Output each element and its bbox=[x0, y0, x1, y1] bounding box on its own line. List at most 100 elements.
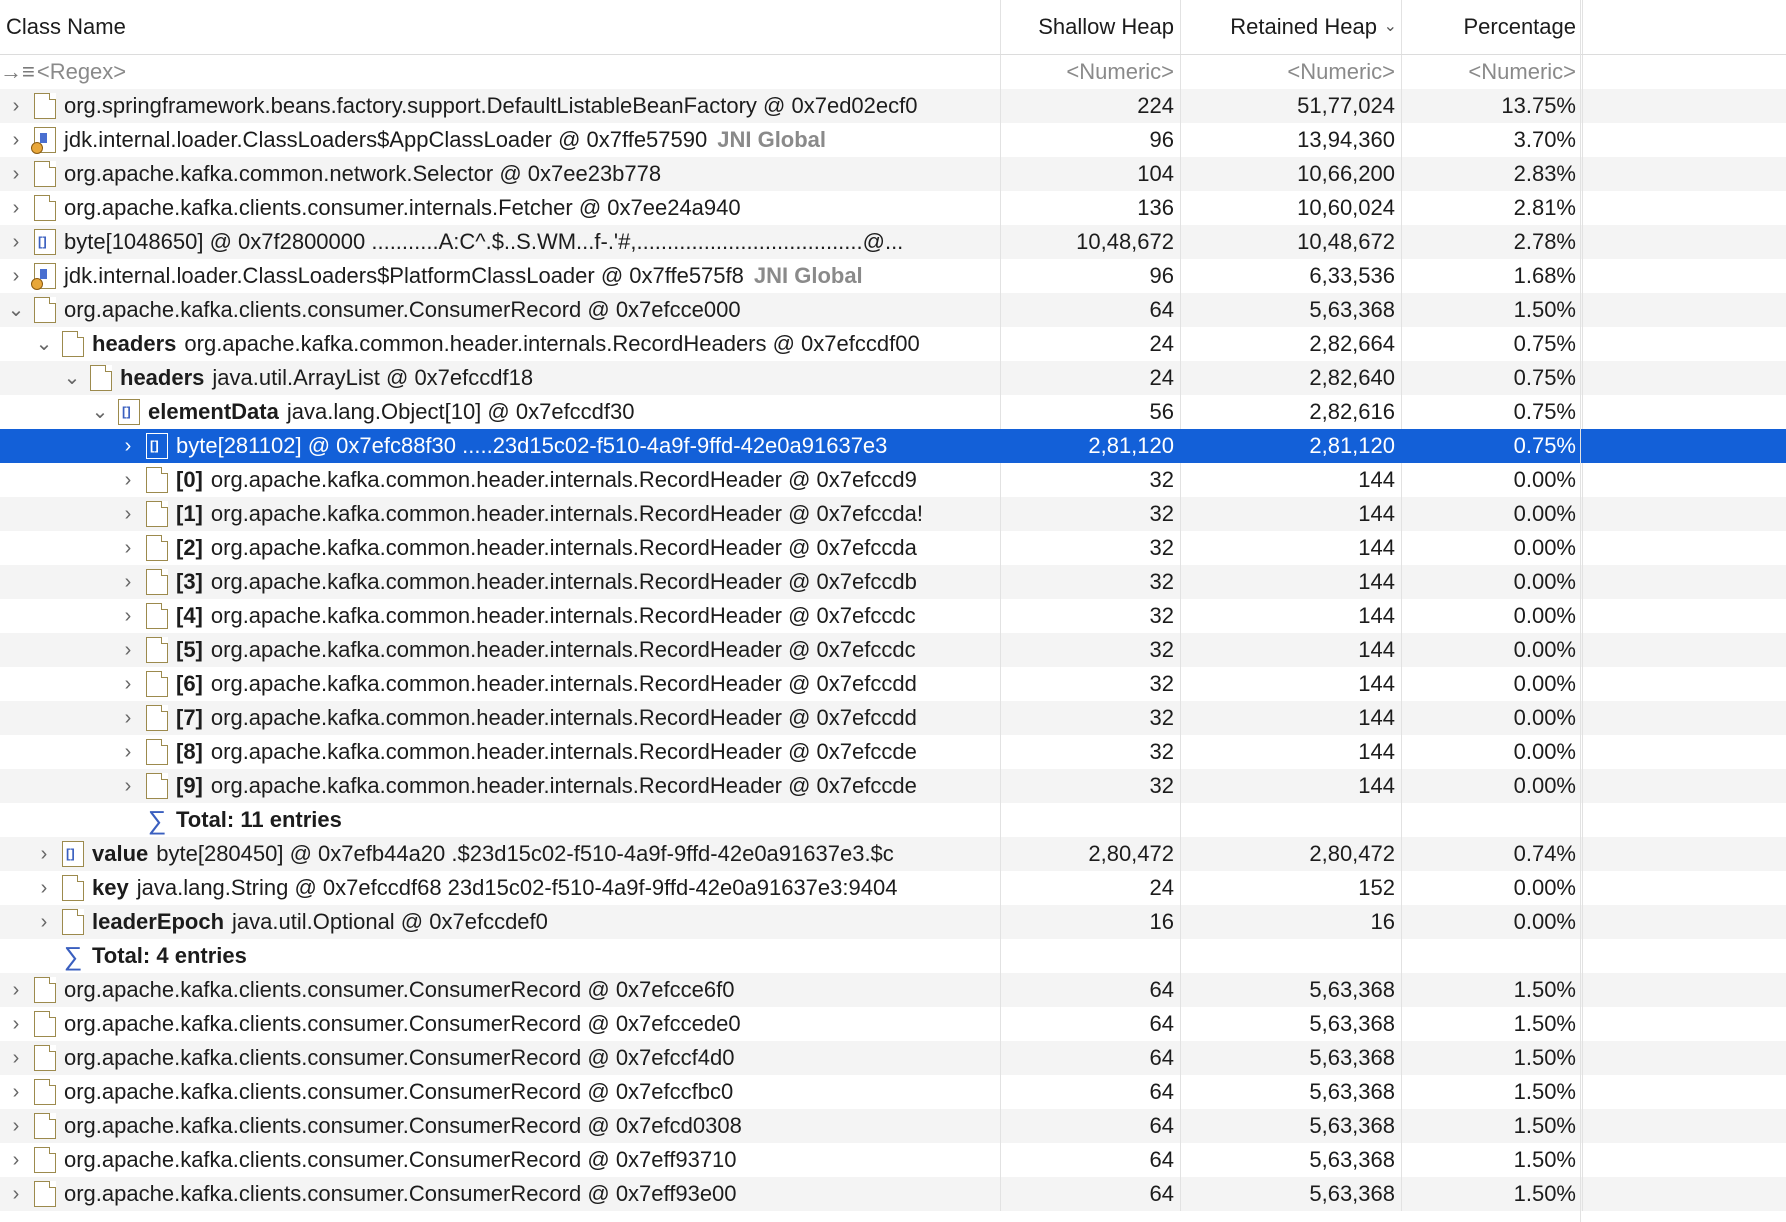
table-row[interactable]: › byte[281102] @ 0x7efc88f30 .....23d15c0… bbox=[0, 429, 1786, 463]
class-name-cell: › jdk.internal.loader.ClassLoaders$AppCla… bbox=[0, 123, 1001, 157]
class-name-cell: › byte[1048650] @ 0x7f2800000 ...........… bbox=[0, 225, 1001, 259]
class-name-filter-input[interactable]: <Regex> bbox=[37, 55, 126, 89]
table-row[interactable]: › [2] org.apache.kafka.common.header.inter… bbox=[0, 531, 1786, 565]
table-row[interactable]: › jdk.internal.loader.ClassLoaders$AppCla… bbox=[0, 123, 1786, 157]
collapse-chevron-icon[interactable]: ⌄ bbox=[6, 293, 26, 327]
table-row[interactable]: › [6] org.apache.kafka.common.header.inter… bbox=[0, 667, 1786, 701]
percentage-cell: 0.00% bbox=[1402, 497, 1583, 531]
expand-chevron-icon[interactable]: › bbox=[6, 1177, 26, 1211]
table-row[interactable]: › byte[1048650] @ 0x7f2800000 ...........… bbox=[0, 225, 1786, 259]
object-label: byte[1048650] @ 0x7f2800000 ...........A… bbox=[64, 229, 904, 254]
expand-chevron-icon[interactable]: › bbox=[6, 973, 26, 1007]
percentage-filter-input[interactable]: <Numeric> bbox=[1402, 55, 1583, 89]
table-row[interactable]: ⌄ org.apache.kafka.clients.consumer.Consu… bbox=[0, 293, 1786, 327]
expand-chevron-icon[interactable]: › bbox=[6, 1041, 26, 1075]
column-header-shallow-heap[interactable]: Shallow Heap bbox=[1001, 0, 1181, 54]
expand-chevron-icon[interactable]: › bbox=[6, 1007, 26, 1041]
total-row: ∑ Total: 11 entries bbox=[0, 803, 1786, 837]
table-row[interactable]: › [5] org.apache.kafka.common.header.inter… bbox=[0, 633, 1786, 667]
table-row[interactable]: › [3] org.apache.kafka.common.header.inter… bbox=[0, 565, 1786, 599]
class-name-cell: ∑ Total: 4 entries bbox=[0, 939, 1001, 973]
expand-chevron-icon[interactable]: › bbox=[6, 1075, 26, 1109]
class-name-cell: ⌄ elementData java.lang.Object[10] @ 0x7ef… bbox=[0, 395, 1001, 429]
table-row[interactable]: › org.apache.kafka.common.network.Selecto… bbox=[0, 157, 1786, 191]
table-row[interactable]: › [0] org.apache.kafka.common.header.inter… bbox=[0, 463, 1786, 497]
object-icon bbox=[34, 1113, 56, 1139]
expand-chevron-icon[interactable]: › bbox=[118, 769, 138, 803]
object-label: org.apache.kafka.common.network.Selector… bbox=[64, 161, 662, 186]
column-header-retained-heap[interactable]: Retained Heap ⌄ bbox=[1181, 0, 1402, 54]
expand-chevron-icon[interactable]: › bbox=[118, 701, 138, 735]
shallow-heap-cell: 136 bbox=[1001, 191, 1181, 225]
shallow-heap-cell: 10,48,672 bbox=[1001, 225, 1181, 259]
table-row[interactable]: › org.apache.kafka.clients.consumer.inter… bbox=[0, 191, 1786, 225]
table-row[interactable]: ⌄ headers org.apache.kafka.common.header.i… bbox=[0, 327, 1786, 361]
collapse-chevron-icon[interactable]: ⌄ bbox=[90, 395, 110, 429]
table-row[interactable]: › org.apache.kafka.clients.consumer.Consu… bbox=[0, 973, 1786, 1007]
expand-chevron-icon[interactable]: › bbox=[118, 565, 138, 599]
column-header-class-name[interactable]: Class Name bbox=[0, 0, 1001, 54]
table-row[interactable]: › org.apache.kafka.clients.consumer.Consu… bbox=[0, 1177, 1786, 1211]
collapse-chevron-icon[interactable]: ⌄ bbox=[34, 327, 54, 361]
table-row[interactable]: › [1] org.apache.kafka.common.header.inter… bbox=[0, 497, 1786, 531]
class-name-cell: › jdk.internal.loader.ClassLoaders$Platfo… bbox=[0, 259, 1001, 293]
expand-chevron-icon[interactable]: › bbox=[118, 735, 138, 769]
array-object-icon bbox=[146, 433, 168, 459]
expand-chevron-icon[interactable]: › bbox=[118, 463, 138, 497]
object-label: org.apache.kafka.common.header.internals… bbox=[210, 603, 916, 628]
class-name-cell: › [1] org.apache.kafka.common.header.inter… bbox=[0, 497, 1001, 531]
table-row[interactable]: › org.apache.kafka.clients.consumer.Consu… bbox=[0, 1007, 1786, 1041]
expand-chevron-icon[interactable]: › bbox=[118, 429, 138, 463]
shallow-heap-cell: 64 bbox=[1001, 1143, 1181, 1177]
expand-chevron-icon[interactable]: › bbox=[118, 531, 138, 565]
object-icon bbox=[34, 195, 56, 221]
table-row[interactable]: › leaderEpoch java.util.Optional @ 0x7efcc… bbox=[0, 905, 1786, 939]
expand-chevron-icon[interactable]: › bbox=[34, 871, 54, 905]
collapse-chevron-icon[interactable]: ⌄ bbox=[62, 361, 82, 395]
retained-heap-cell: 2,80,472 bbox=[1181, 837, 1402, 871]
percentage-cell: 0.00% bbox=[1402, 599, 1583, 633]
table-row[interactable]: › [4] org.apache.kafka.common.header.inter… bbox=[0, 599, 1786, 633]
table-row[interactable]: › [9] org.apache.kafka.common.header.inter… bbox=[0, 769, 1786, 803]
table-row[interactable]: › jdk.internal.loader.ClassLoaders$Platfo… bbox=[0, 259, 1786, 293]
table-row[interactable]: › [7] org.apache.kafka.common.header.inter… bbox=[0, 701, 1786, 735]
percentage-cell: 1.50% bbox=[1402, 1109, 1583, 1143]
percentage-cell: 0.00% bbox=[1402, 701, 1583, 735]
table-row[interactable]: › org.apache.kafka.clients.consumer.Consu… bbox=[0, 1109, 1786, 1143]
table-row[interactable]: › value byte[280450] @ 0x7efb44a20 .$23d15… bbox=[0, 837, 1786, 871]
expand-chevron-icon[interactable]: › bbox=[118, 633, 138, 667]
percentage-cell: 0.00% bbox=[1402, 769, 1583, 803]
table-row[interactable]: ⌄ headers java.util.ArrayList @ 0x7efccdf1… bbox=[0, 361, 1786, 395]
table-row[interactable]: › org.springframework.beans.factory.suppo… bbox=[0, 89, 1786, 123]
expand-chevron-icon[interactable]: › bbox=[6, 225, 26, 259]
column-divider bbox=[1580, 0, 1581, 1222]
percentage-cell: 0.75% bbox=[1402, 361, 1583, 395]
table-row[interactable]: ⌄ elementData java.lang.Object[10] @ 0x7ef… bbox=[0, 395, 1786, 429]
expand-chevron-icon[interactable]: › bbox=[6, 259, 26, 293]
table-row[interactable]: › key java.lang.String @ 0x7efccdf68 23d15… bbox=[0, 871, 1786, 905]
table-row[interactable]: › org.apache.kafka.clients.consumer.Consu… bbox=[0, 1075, 1786, 1109]
table-row[interactable]: › org.apache.kafka.clients.consumer.Consu… bbox=[0, 1041, 1786, 1075]
expand-chevron-icon[interactable]: › bbox=[6, 1143, 26, 1177]
column-header-percentage[interactable]: Percentage bbox=[1402, 0, 1583, 54]
expand-chevron-icon[interactable]: › bbox=[34, 837, 54, 871]
object-icon bbox=[34, 161, 56, 187]
expand-chevron-icon[interactable]: › bbox=[118, 599, 138, 633]
expand-chevron-icon[interactable]: › bbox=[6, 191, 26, 225]
table-row[interactable]: › org.apache.kafka.clients.consumer.Consu… bbox=[0, 1143, 1786, 1177]
shallow-heap-cell: 96 bbox=[1001, 259, 1181, 293]
field-name: [4] bbox=[176, 603, 203, 628]
shallow-heap-cell: 64 bbox=[1001, 1041, 1181, 1075]
expand-chevron-icon[interactable]: › bbox=[6, 1109, 26, 1143]
shallow-heap-filter-input[interactable]: <Numeric> bbox=[1001, 55, 1181, 89]
expand-chevron-icon[interactable]: › bbox=[6, 157, 26, 191]
shallow-heap-cell: 64 bbox=[1001, 1109, 1181, 1143]
expand-chevron-icon[interactable]: › bbox=[34, 905, 54, 939]
expand-chevron-icon[interactable]: › bbox=[6, 123, 26, 157]
table-row[interactable]: › [8] org.apache.kafka.common.header.inter… bbox=[0, 735, 1786, 769]
retained-heap-filter-input[interactable]: <Numeric> bbox=[1181, 55, 1402, 89]
expand-chevron-icon[interactable]: › bbox=[118, 497, 138, 531]
expand-chevron-icon[interactable]: › bbox=[6, 89, 26, 123]
expand-chevron-icon[interactable]: › bbox=[118, 667, 138, 701]
object-label: org.apache.kafka.clients.consumer.Consum… bbox=[64, 1113, 742, 1138]
